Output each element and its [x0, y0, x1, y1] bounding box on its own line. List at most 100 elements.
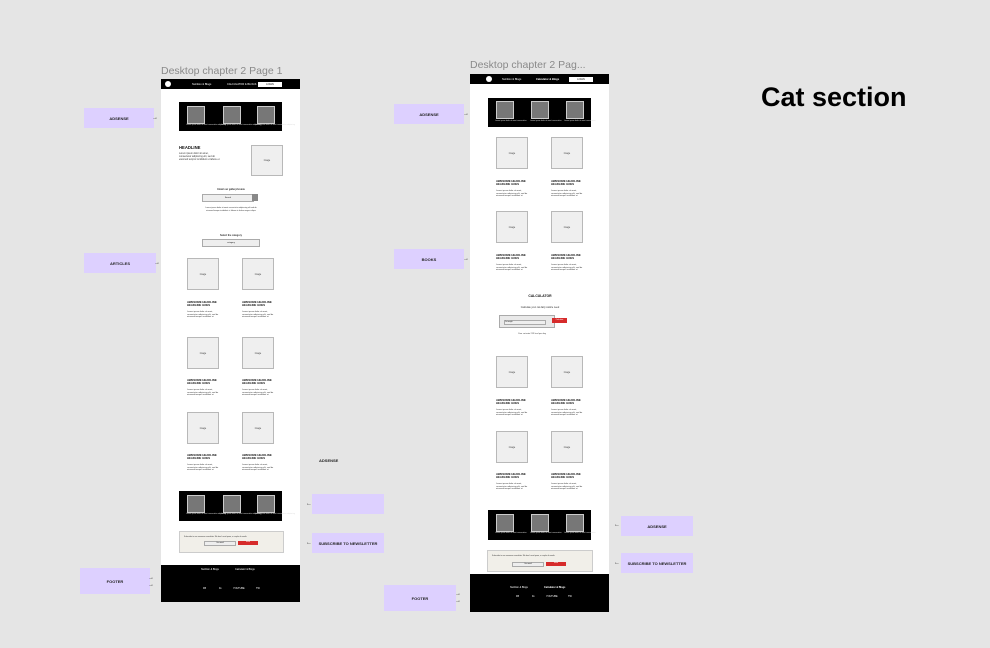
note-footer[interactable]: FOOTER	[384, 585, 456, 611]
arrow-right-icon: →	[455, 598, 461, 604]
hero-image: image	[251, 145, 283, 176]
footer-social-youtube[interactable]: YOUTUBE	[546, 595, 558, 598]
ad-thumb[interactable]	[531, 514, 549, 532]
article-image[interactable]: image	[187, 412, 219, 444]
ad-thumb[interactable]	[187, 106, 205, 124]
frame-title[interactable]: Desktop chapter 2 Pag...	[470, 59, 586, 71]
frame-title[interactable]: Desktop chapter 2 Page 1	[161, 65, 282, 77]
book-image[interactable]: image	[496, 137, 528, 169]
nav-brand[interactable]: Nutrition & Blogs	[192, 83, 211, 86]
frame-desktop-page-2[interactable]: Nutrition & Blogs Calculator & Blogs LOG…	[470, 74, 609, 612]
email-input[interactable]: Search	[202, 194, 254, 202]
article-text: Lorem ipsum dolor sit amet, consectetur …	[242, 311, 274, 319]
footer-social-tw[interactable]: TW	[568, 595, 572, 598]
logo-icon[interactable]	[165, 81, 171, 87]
article-image[interactable]: image	[242, 412, 274, 444]
article-image[interactable]: image	[242, 258, 274, 290]
ad-thumb[interactable]	[496, 514, 514, 532]
adsense-banner-top: Lorem ipsum dolor sit amet consectetur a…	[179, 102, 295, 131]
nav-link[interactable]: Calculator & Blogs	[536, 78, 559, 81]
footer-brand[interactable]: Nutrition & Blogs	[510, 586, 528, 589]
article-headline[interactable]: AWESOME HEADLINE HEADLINE GOES	[242, 378, 272, 385]
note-adsense-label[interactable]: ADSENSE	[319, 458, 338, 463]
book-image[interactable]: image	[496, 211, 528, 243]
hero-text: Lorem ipsum dolor sit amet, consectetur …	[179, 152, 220, 161]
footer-brand[interactable]: Nutrition & Blogs	[201, 568, 219, 571]
login-button[interactable]: LOGIN	[258, 81, 282, 87]
calculator-result: Your cat eats 213 kcal per day	[518, 333, 546, 335]
login-button[interactable]: LOGIN	[569, 76, 593, 82]
book-image[interactable]: image	[551, 211, 583, 243]
newsletter-input[interactable]: Your email	[512, 562, 544, 567]
article-headline[interactable]: AWESOME HEADLINE HEADLINE GOES	[187, 453, 217, 460]
book-headline[interactable]: AWESOME HEADLINE HEADLINE GOES	[496, 253, 526, 260]
footer-social-tw[interactable]: TW	[256, 587, 260, 590]
note-books[interactable]: BOOKS	[394, 249, 464, 269]
newsletter-send-button[interactable]: Send	[238, 541, 258, 545]
ad-caption: Lorem ipsum dolor sit amet consectetur a…	[186, 124, 226, 126]
article-image[interactable]: image	[187, 258, 219, 290]
arrow-right-icon: →	[148, 582, 154, 588]
book-headline[interactable]: AWESOME HEADLINE HEADLINE GOES	[551, 253, 581, 260]
article-headline[interactable]: AWESOME HEADLINE HEADLINE GOES	[187, 300, 217, 307]
cat-weight-input[interactable]: Cat weight	[504, 320, 546, 325]
ad-thumb[interactable]	[187, 495, 205, 513]
ad-caption: Lorem ipsum dolor sit amet consectetur a…	[186, 513, 226, 515]
ad-thumb[interactable]	[496, 101, 514, 119]
footer-link[interactable]: Calculator & Blogs	[544, 586, 565, 589]
newsletter-send-button[interactable]: Send	[546, 562, 566, 566]
footer-social-ig[interactable]: IG	[219, 587, 222, 590]
footer-social-fb[interactable]: FB	[203, 587, 206, 590]
book-headline[interactable]: AWESOME HEADLINE HEADLINE GOES	[551, 179, 581, 186]
frame-desktop-page-1[interactable]: Nutrition & Blogs CALCULATOR & BLOGS LOG…	[161, 79, 300, 602]
calculate-button[interactable]: Calculate	[552, 318, 567, 323]
note-subscribe[interactable]: SUBSCRIBE TO NEWSLETTER	[312, 533, 384, 553]
ad-thumb[interactable]	[223, 495, 241, 513]
note-subscribe[interactable]: SUBSCRIBE TO NEWSLETTER	[621, 553, 693, 573]
book-image[interactable]: image	[551, 431, 583, 463]
newsletter-input[interactable]: Your email	[204, 541, 236, 546]
email-submit-button[interactable]	[252, 194, 258, 201]
book-headline[interactable]: AWESOME HEADLINE HEADLINE GOES	[496, 472, 526, 479]
footer-social-fb[interactable]: FB	[516, 595, 519, 598]
article-headline[interactable]: AWESOME HEADLINE HEADLINE GOES	[242, 300, 272, 307]
footer-link[interactable]: Calculator & Blogs	[235, 568, 255, 571]
ad-thumb[interactable]	[566, 514, 584, 532]
ad-thumb[interactable]	[257, 106, 275, 124]
category-label: Select the category	[220, 234, 242, 237]
book-headline[interactable]: AWESOME HEADLINE HEADLINE GOES	[496, 398, 526, 405]
footer-social-ig[interactable]: IG	[532, 595, 535, 598]
article-headline[interactable]: AWESOME HEADLINE HEADLINE GOES	[242, 453, 272, 460]
book-headline[interactable]: AWESOME HEADLINE HEADLINE GOES	[496, 179, 526, 186]
category-select[interactable]: category	[202, 239, 260, 247]
ad-thumb[interactable]	[531, 101, 549, 119]
note-adsense-bottom[interactable]	[312, 494, 384, 514]
book-text: Lorem ipsum dolor sit amet, consectetur …	[496, 190, 528, 198]
ad-thumb[interactable]	[257, 495, 275, 513]
article-headline[interactable]: AWESOME HEADLINE HEADLINE GOES	[187, 378, 217, 385]
footer-social-youtube[interactable]: YOUTUBE	[233, 587, 245, 590]
ad-thumb[interactable]	[223, 106, 241, 124]
ad-caption: Lorem ipsum dolor sit amet consectetur	[564, 532, 596, 534]
note-adsense[interactable]: ADSENSE	[84, 108, 154, 128]
article-image[interactable]: image	[187, 337, 219, 369]
nav-link[interactable]: CALCULATOR & BLOGS	[227, 83, 256, 86]
book-headline[interactable]: AWESOME HEADLINE HEADLINE GOES	[551, 398, 581, 405]
ad-thumb[interactable]	[566, 101, 584, 119]
nav-brand[interactable]: Nutrition & Blogs	[502, 78, 521, 81]
note-articles[interactable]: ARTICLES	[84, 253, 156, 273]
note-adsense[interactable]: ADSENSE	[394, 104, 464, 124]
book-headline[interactable]: AWESOME HEADLINE HEADLINE GOES	[551, 472, 581, 479]
logo-icon[interactable]	[486, 76, 492, 82]
note-adsense-bottom[interactable]: ADSENSE	[621, 516, 693, 536]
book-image[interactable]: image	[551, 137, 583, 169]
article-text: Lorem ipsum dolor sit amet, consectetur …	[187, 311, 219, 319]
book-image[interactable]: image	[551, 356, 583, 388]
book-image[interactable]: image	[496, 431, 528, 463]
arrow-right-icon: →	[455, 591, 461, 597]
adsense-banner-bottom: Lorem ipsum dolor sit amet consectetur L…	[488, 510, 595, 540]
article-image[interactable]: image	[242, 337, 274, 369]
arrow-right-icon: →	[148, 575, 154, 581]
note-footer[interactable]: FOOTER	[80, 568, 150, 594]
book-image[interactable]: image	[496, 356, 528, 388]
